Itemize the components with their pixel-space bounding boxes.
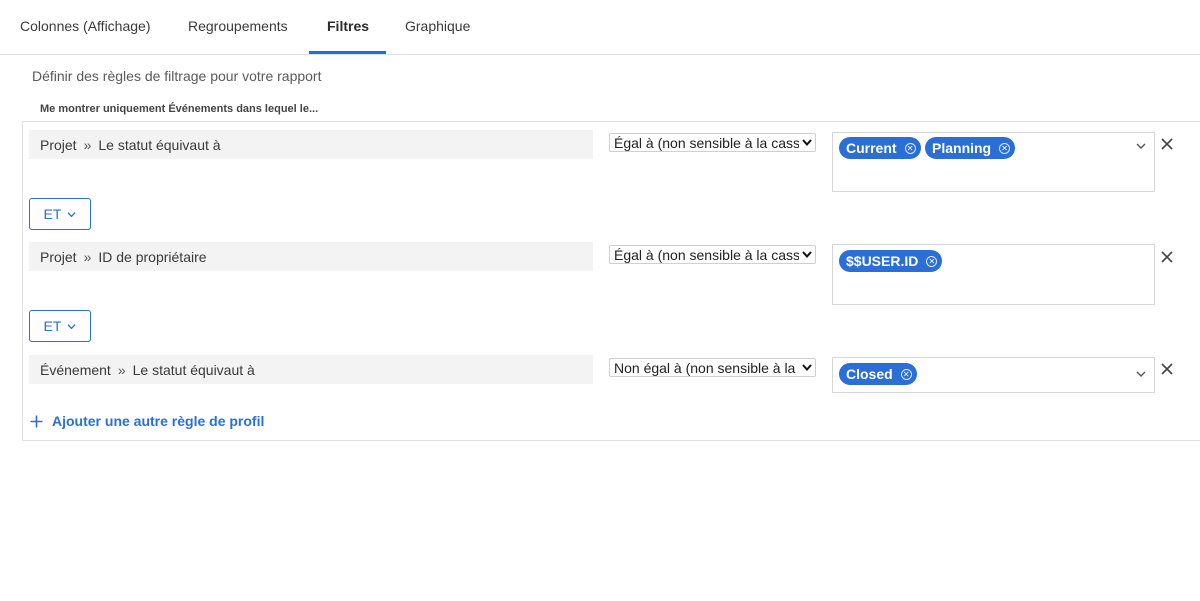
remove-tag-icon[interactable]: ✕	[904, 142, 916, 154]
tab-filters[interactable]: Filtres	[327, 18, 369, 34]
remove-rule-icon[interactable]	[1160, 250, 1174, 264]
remove-rule-icon[interactable]	[1160, 362, 1174, 376]
value-tag-label: Current	[846, 140, 897, 156]
rule-object-label: Projet	[40, 136, 77, 153]
rule-field-label: Le statut équivaut à	[132, 361, 255, 378]
conjunction-label: ET	[43, 206, 62, 222]
conjunction-dropdown[interactable]: ET	[29, 198, 91, 230]
remove-rule-icon[interactable]	[1160, 137, 1174, 151]
chevron-down-icon[interactable]	[1136, 369, 1146, 379]
remove-tag-icon[interactable]: ✕	[999, 142, 1011, 154]
double-chevron-right-icon: »	[83, 136, 92, 153]
caret-down-icon	[799, 134, 815, 151]
rule-operator-select[interactable]: Égal à (non sensible à la casse)	[609, 133, 816, 152]
value-tag: Current ✕	[839, 137, 921, 159]
plus-icon	[30, 415, 43, 427]
rule-operator-value: Égal à (non sensible à la casse)	[614, 246, 799, 263]
chevron-down-icon[interactable]	[1136, 141, 1146, 151]
rule-value-input[interactable]: $$USER.ID ✕	[832, 244, 1155, 305]
remove-tag-icon[interactable]: ✕	[900, 368, 912, 380]
rule-field-label: Le statut équivaut à	[98, 136, 221, 153]
tab-bar: Colonnes (Affichage) Regroupements Filtr…	[0, 0, 1200, 55]
rule-field-selector[interactable]: Projet » Le statut équivaut à	[29, 130, 593, 159]
rule-value-input[interactable]: Closed ✕	[832, 357, 1155, 393]
rule-operator-select[interactable]: Égal à (non sensible à la casse)	[609, 245, 816, 264]
tab-columns[interactable]: Colonnes (Affichage)	[20, 18, 150, 34]
value-tag: Planning ✕	[925, 137, 1016, 159]
value-tag: $$USER.ID ✕	[839, 250, 943, 272]
caret-down-icon	[799, 246, 815, 263]
remove-tag-icon[interactable]: ✕	[926, 255, 938, 267]
conjunction-dropdown[interactable]: ET	[29, 310, 91, 342]
double-chevron-right-icon: »	[83, 248, 92, 265]
rule-value-input[interactable]: Current ✕ Planning ✕	[832, 132, 1155, 192]
value-tag-label: $$USER.ID	[846, 253, 919, 269]
rule-field-label: ID de propriétaire	[98, 248, 207, 265]
value-tag: Closed ✕	[839, 363, 917, 385]
value-tag-label: Planning	[932, 140, 992, 156]
double-chevron-right-icon: »	[117, 361, 126, 378]
rule-object-label: Événement	[40, 361, 111, 378]
rule-field-selector[interactable]: Projet » ID de propriétaire	[29, 242, 593, 271]
chevron-down-icon	[67, 211, 76, 217]
filter-subheader: Me montrer uniquement Événements dans le…	[40, 103, 319, 115]
filter-description: Définir des règles de filtrage pour votr…	[32, 68, 322, 84]
add-rule-label: Ajouter une autre règle de profil	[52, 413, 265, 429]
value-tag-label: Closed	[846, 366, 893, 382]
rule-operator-select[interactable]: Non égal à (non sensible à la casse)	[609, 358, 816, 377]
add-rule-button[interactable]: Ajouter une autre règle de profil	[30, 413, 264, 429]
rule-field-selector[interactable]: Événement » Le statut équivaut à	[29, 355, 593, 384]
tab-chart[interactable]: Graphique	[405, 18, 470, 34]
caret-down-icon	[799, 359, 815, 376]
rule-object-label: Projet	[40, 248, 77, 265]
conjunction-label: ET	[43, 318, 62, 334]
chevron-down-icon	[67, 323, 76, 329]
tab-groupings[interactable]: Regroupements	[188, 18, 288, 34]
active-tab-indicator	[309, 51, 386, 54]
rule-operator-value: Non égal à (non sensible à la casse)	[614, 359, 799, 376]
rule-operator-value: Égal à (non sensible à la casse)	[614, 134, 799, 151]
